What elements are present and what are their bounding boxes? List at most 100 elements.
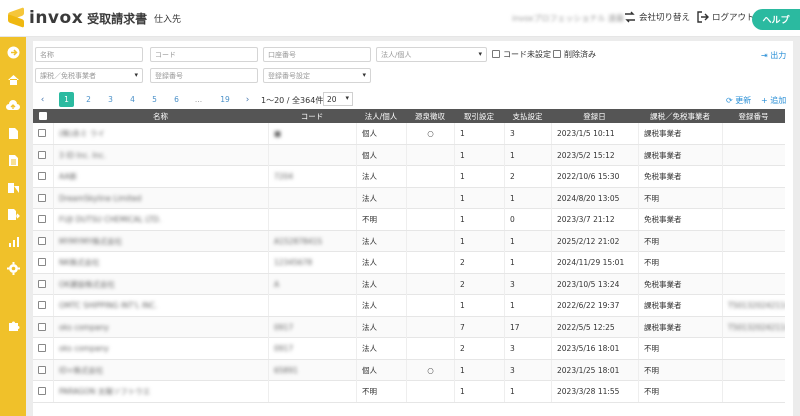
table-row[interactable]: OK建設株式会社 A 法人 2 3 2023/10/5 13:24 免税事業者 (33, 273, 785, 295)
gear-icon[interactable] (6, 261, 20, 275)
cell-date: 2023/1/25 18:01 (551, 359, 638, 381)
col-date-header[interactable]: 登録日 (551, 109, 638, 123)
cell-payment: 17 (504, 316, 551, 338)
cell-code-text: 12345678 (274, 258, 313, 267)
row-checkbox[interactable] (38, 322, 46, 331)
cell-trade-text: 7 (460, 322, 465, 332)
reg-number-filter-input[interactable]: 登録番号 (150, 68, 258, 83)
refresh-button[interactable]: ⟳ 更新 (726, 95, 751, 106)
document-icon[interactable] (6, 126, 20, 140)
help-button[interactable]: ヘルプ (752, 9, 800, 30)
table-row[interactable]: DreamSkyline Limited 法人 1 1 2024/8/20 13:05 不… (33, 187, 785, 209)
col-tax-header[interactable]: 課税／免税事業者 (638, 109, 722, 123)
page-button[interactable]: 2 (81, 92, 96, 107)
cell-tax-text: 不明 (644, 258, 659, 267)
cell-reg (722, 273, 785, 295)
cell-entity-text: 法人 (362, 322, 377, 332)
table-row[interactable]: AA新 7204 法人 1 2 2022/10/6 15:30 免税事業者 (33, 166, 785, 188)
page-button[interactable]: 3 (103, 92, 118, 107)
cloud-upload-icon[interactable] (6, 99, 20, 113)
cell-withholding (406, 187, 454, 209)
cell-name-text: AA新 (59, 172, 77, 181)
per-page-select[interactable]: 20 (323, 92, 353, 106)
document-export-icon[interactable] (6, 207, 20, 221)
row-checkbox[interactable] (38, 258, 46, 266)
table-row[interactable]: oks company 0917 法人 2 3 2023/5/16 18:01 不明 (33, 338, 785, 360)
cell-name-text: DreamSkyline Limited (59, 193, 142, 203)
document-list-icon[interactable] (6, 153, 20, 167)
col-reg-header[interactable]: 登録番号 (722, 109, 785, 123)
row-checkbox[interactable] (38, 387, 46, 395)
next-page-button[interactable]: › (240, 92, 255, 107)
page-button[interactable]: 1 (59, 92, 74, 107)
page-button[interactable]: 4 (125, 92, 140, 107)
name-filter-input[interactable]: 名称 (35, 47, 143, 62)
code-filter-input[interactable]: コード (150, 47, 258, 62)
table-row[interactable]: (株)赤ミ ライ ■ 個人 ○ 1 3 2023/1/5 10:11 課税事業者 (33, 123, 785, 145)
tax-status-select[interactable]: 課税／免税事業者 (35, 68, 143, 83)
page-button[interactable]: 6 (169, 92, 184, 107)
cell-withholding (406, 295, 454, 316)
cell-reg (722, 338, 785, 359)
bank-account-filter-input[interactable]: 口座番号 (263, 47, 371, 62)
cell-payment: 3 (504, 359, 551, 381)
row-checkbox[interactable] (38, 215, 46, 223)
table-row[interactable]: OMTC SHIPPING INT'L INC. 法人 1 1 2022/6/22 19… (33, 295, 785, 317)
col-payment-header[interactable]: 支払設定 (504, 109, 551, 123)
row-checkbox[interactable] (38, 172, 46, 180)
entity-type-select[interactable]: 法人/個人 (376, 47, 487, 62)
puzzle-icon[interactable] (6, 318, 20, 332)
invox-logo[interactable]: invox 受取請求書 (6, 7, 147, 28)
page-button[interactable]: 19 (215, 92, 235, 107)
row-checkbox[interactable] (38, 129, 46, 137)
cell-tax-text: 課税事業者 (644, 150, 682, 160)
table-row[interactable]: PARAGON 太陽ソフトウエ 不明 1 1 2023/3/28 11:55 不明 (33, 381, 785, 403)
page-button[interactable]: 5 (147, 92, 162, 107)
row-checkbox[interactable] (38, 365, 46, 374)
cell-trade: 2 (454, 273, 504, 295)
col-name-header[interactable]: 名称 (53, 109, 268, 123)
row-checkbox[interactable] (38, 279, 46, 288)
app: invox 受取請求書 仕入先 invoxプロフェッショナル 遠藤 会社切り替え… (0, 0, 800, 416)
col-code-header[interactable]: コード (268, 109, 356, 123)
logout-button[interactable]: ログアウト (697, 11, 755, 23)
table-row[interactable]: 3 ID Inc. Inc. 個人 1 1 2023/5/2 15:12 課税事業者 (33, 144, 785, 166)
table-row[interactable]: NK株式会社 12345678 法人 2 1 2024/11/29 15:01 不明 (33, 252, 785, 274)
table-row[interactable]: FUJI DUTSU CHEMICAL LTD. 不明 1 0 2023/3/7 21:… (33, 209, 785, 231)
cell-trade: 2 (454, 252, 504, 273)
table-row[interactable]: MYMYMY株式会社 A15287841S 法人 1 1 2025/2/12 21:02 不… (33, 230, 785, 252)
select-all-checkbox[interactable] (39, 112, 47, 120)
col-entity-header[interactable]: 法人/個人 (356, 109, 406, 123)
cell-entity-text: 法人 (362, 258, 377, 267)
cell-withholding (406, 230, 454, 252)
cell-trade-text: 2 (460, 279, 465, 289)
home-icon[interactable] (6, 72, 20, 86)
row-checkbox[interactable] (38, 344, 46, 352)
export-button[interactable]: ⇥ 出力 (761, 50, 786, 61)
cell-date: 2023/3/7 21:12 (551, 209, 638, 230)
cell-date-text: 2022/6/22 19:37 (557, 301, 620, 310)
col-trade-header[interactable]: 取引設定 (454, 109, 504, 123)
row-checkbox[interactable] (38, 193, 46, 202)
cell-name: PARAGON 太陽ソフトウエ (53, 381, 268, 402)
bar-chart-icon[interactable] (6, 234, 20, 248)
reg-number-setting-select[interactable]: 登録番号設定 (263, 68, 371, 83)
switch-company-button[interactable]: 会社切り替え (624, 11, 690, 23)
cell-trade-text: 1 (460, 193, 465, 203)
no-code-checkbox[interactable] (492, 50, 500, 58)
deleted-checkbox[interactable] (553, 50, 561, 58)
building-icon[interactable] (6, 180, 20, 194)
table-row[interactable]: oks company 0917 法人 7 17 2022/5/5 12:25 課税事業者 T… (33, 316, 785, 338)
cell-tax: 免税事業者 (638, 209, 722, 230)
row-checkbox[interactable] (38, 301, 46, 309)
cell-date-text: 2024/8/20 13:05 (557, 193, 620, 203)
cell-entity-text: 個人 (362, 365, 377, 375)
arrow-right-circle-icon[interactable] (6, 45, 20, 59)
nav-supplier[interactable]: 仕入先 (154, 12, 181, 25)
prev-page-button[interactable]: ‹ (35, 92, 50, 107)
row-checkbox[interactable] (38, 236, 46, 245)
add-supplier-button[interactable]: + 追加 (761, 95, 786, 106)
row-checkbox[interactable] (38, 150, 46, 159)
table-row[interactable]: ID+株式会社 65891 個人 ○ 1 3 2023/1/25 18:01 不明 (33, 359, 785, 381)
col-withholding-header[interactable]: 源泉徴収 (406, 109, 454, 123)
